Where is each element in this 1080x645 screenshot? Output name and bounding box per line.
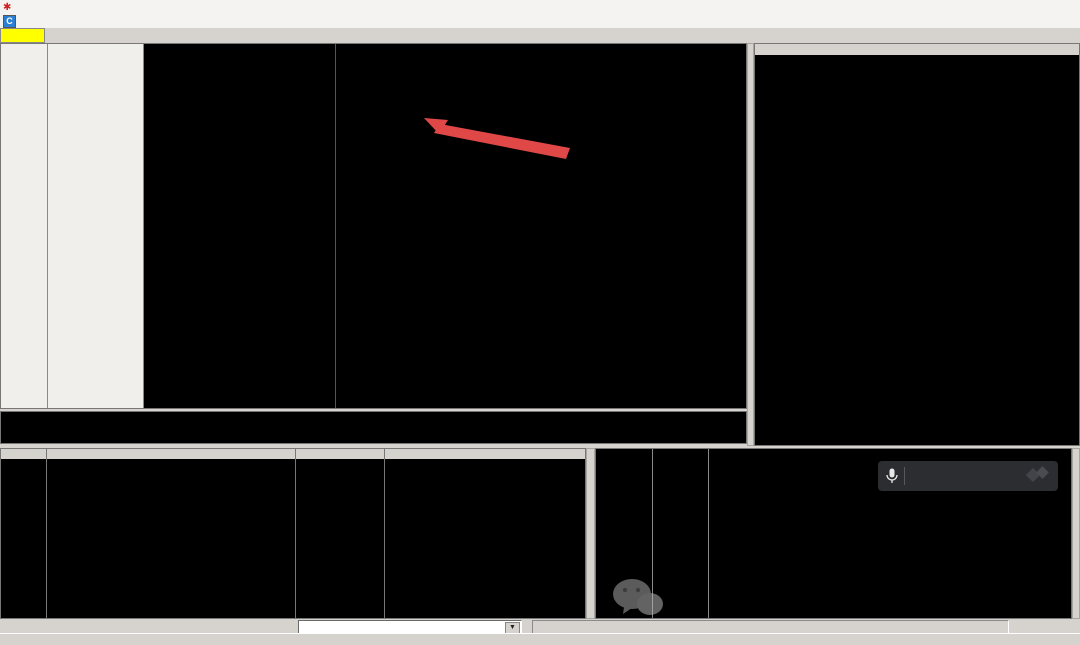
command-status-strip <box>532 620 1009 634</box>
watermark <box>612 578 674 620</box>
column-divider <box>384 449 385 618</box>
column-divider <box>295 449 296 618</box>
command-input[interactable]: ▼ <box>298 620 522 634</box>
registers-header <box>755 44 1079 55</box>
memory-dump-pane[interactable] <box>0 448 586 619</box>
title-bar: ✱ <box>0 0 1080 15</box>
column-divider <box>708 449 709 618</box>
wechat-icon <box>613 579 663 615</box>
menu-bar: C <box>0 14 1080 28</box>
divider <box>904 467 905 485</box>
dump-header <box>1 449 585 459</box>
stack-scrollbar[interactable] <box>1072 448 1080 619</box>
dump-scrollbar[interactable] <box>586 448 595 619</box>
column-divider[interactable] <box>47 44 48 408</box>
registers-pane[interactable] <box>754 43 1080 446</box>
command-row: ▼ <box>0 620 1080 634</box>
column-divider[interactable] <box>143 44 144 408</box>
info-pane <box>0 411 747 444</box>
disasm-scrollbar[interactable] <box>747 43 754 446</box>
status-bar <box>0 633 1080 645</box>
column-divider[interactable] <box>335 44 336 408</box>
child-window-icon: C <box>3 14 16 28</box>
disassembly-pane[interactable] <box>0 43 747 409</box>
microphone-icon <box>886 468 898 483</box>
app-icon: ✱ <box>3 1 12 13</box>
gamebar-logo-icon <box>1026 466 1049 483</box>
status-paused <box>0 28 45 43</box>
disasm-light-columns <box>1 44 143 408</box>
column-divider <box>46 449 47 618</box>
voice-chat-overlay <box>878 461 1058 491</box>
